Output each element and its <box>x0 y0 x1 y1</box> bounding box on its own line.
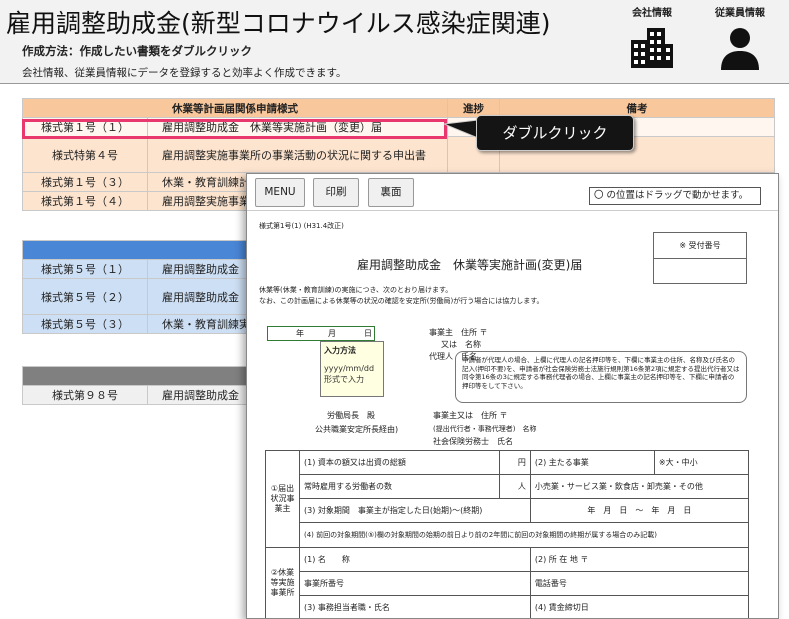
office-address-field[interactable]: (2) 所 在 地 〒 <box>529 546 750 572</box>
building-icon <box>631 28 673 68</box>
employee-info-label: 従業員情報 <box>715 8 765 19</box>
back-side-button[interactable]: 裏面 <box>368 178 414 207</box>
form-window: MENU 印刷 裏面 〇 の位置はドラッグで動かせます。 様式第1号(1) (H… <box>246 173 779 619</box>
form-code: 様式第1号(1) (H31.4改正) <box>259 222 344 230</box>
office-name-field[interactable]: (1) 名 称 <box>299 546 531 572</box>
drag-note: 〇 の位置はドラッグで動かせます。 <box>589 187 761 205</box>
tooltip-body: yyyy/mm/dd形式で入力 <box>324 364 375 384</box>
form-number-cell[interactable]: 様式第９８号 <box>22 385 148 405</box>
form-number-cell[interactable]: 様式第１号（４） <box>22 191 148 211</box>
print-button[interactable]: 印刷 <box>313 178 359 207</box>
form-title-cell[interactable]: 雇用調整実施事業所の事業活動の状況に関する申出書 <box>147 136 448 173</box>
table-row[interactable]: 様式特第４号 雇用調整実施事業所の事業活動の状況に関する申出書 <box>22 136 775 173</box>
employee-info-button[interactable]: 従業員情報 <box>700 4 780 78</box>
company-info-button[interactable]: 会社情報 <box>612 4 692 78</box>
contact-person-field[interactable]: (3) 事務担当者職・氏名 <box>299 594 531 618</box>
form-number-cell[interactable]: 様式第５号（３） <box>22 314 148 334</box>
addressee-label: 公共職業安定所長経由) <box>315 425 399 434</box>
form-number-cell[interactable]: 様式第１号（１） <box>22 117 148 137</box>
previous-period-label: (4) 前回の対象期間(⑤)欄の対象期間の始期の前日より前の2年間に前回の対象期… <box>299 522 749 548</box>
table-header-cell: 休業等計画届関係申請様式 <box>22 98 448 118</box>
receipt-number-box: ※ 受付番号 <box>653 232 747 284</box>
form-number-cell[interactable]: 様式第５号（２） <box>22 278 148 315</box>
receipt-label: ※ 受付番号 <box>654 233 746 259</box>
form-number-cell[interactable]: 様式第５号（１） <box>22 259 148 279</box>
person-icon <box>721 28 759 70</box>
callout-arrow <box>444 119 479 139</box>
form-title-cell[interactable]: 雇用調整助成金 休業等実施計画（変更）届 <box>147 117 448 137</box>
date-day-label: 日 <box>364 329 372 338</box>
size-label: ※大・中小 <box>653 449 750 476</box>
tooltip-title: 入力方法 <box>324 346 356 355</box>
info-note: 会社情報、従業員情報にデータを登録すると効率よく作成できます。 <box>22 67 347 79</box>
agent-type-label: (提出代行者・事務代理者) 名称 <box>433 425 537 433</box>
form-number-cell[interactable]: 様式特第４号 <box>22 136 148 173</box>
name-label: 又は 名称 <box>441 340 481 349</box>
sharoushi-label: 社会保険労務士 氏名 <box>433 437 513 446</box>
section-label: ①届出状況事業主 <box>265 450 300 548</box>
capital-field[interactable]: (1) 資本の額又は出資の総額 <box>298 449 501 476</box>
company-info-label: 会社情報 <box>632 8 672 19</box>
form-number-cell[interactable]: 様式第１号（３） <box>22 172 148 192</box>
form-main-table: ①届出状況事業主 (1) 資本の額又は出資の総額 円 (2) 主たる事業 ※大・… <box>265 449 750 618</box>
input-tooltip: 入力方法 yyyy/mm/dd形式で入力 <box>320 341 384 397</box>
workers-field[interactable]: 常時雇用する労働者の数 <box>298 474 501 500</box>
intro-text: 休業等(休業・教育訓練)の実施につき、次のとおり届けます。 <box>259 286 453 294</box>
section-label: ②休業等実施事業所 <box>265 546 300 618</box>
period-label: (3) 対象期間 事業主が指定した日(始期)～(終期) <box>299 498 531 524</box>
date-year-label: 年 <box>296 329 304 338</box>
capital-unit: 円 <box>499 449 531 476</box>
toolbar-divider <box>247 210 778 211</box>
date-input[interactable]: 年 月 日 <box>267 326 375 341</box>
date-month-label: 月 <box>328 329 336 338</box>
form-title: 雇用調整助成金 休業等実施計画(変更)届 <box>357 258 583 272</box>
method-instruction: 作成方法：作成したい書類をダブルクリック <box>22 44 252 58</box>
agent-note: 申請者が代理人の場合、上欄に代理人の記名押印等を、下欄に事業主の住所、名称及び氏… <box>455 351 747 403</box>
table-row[interactable]: 様式第１号（１） 雇用調整助成金 休業等実施計画（変更）届 <box>22 117 775 137</box>
employer-label: 事業主 住所 〒 <box>429 328 488 337</box>
workers-unit: 人 <box>499 474 531 500</box>
intro-text: なお、この計画届による休業等の状況の確認を安定所(労働局)が行う場合には協力しま… <box>259 297 544 305</box>
office-number-field[interactable]: 事業所番号 <box>299 570 531 596</box>
phone-field[interactable]: 電話番号 <box>529 570 750 596</box>
menu-button[interactable]: MENU <box>255 178 305 207</box>
employer-label: 事業主又は 住所 〒 <box>433 411 508 420</box>
double-click-callout: ダブルクリック <box>476 115 634 151</box>
industry-options[interactable]: 小売業・サービス業・飲食店・卸売業・その他 <box>529 474 750 500</box>
period-dates[interactable]: 年 月 日 ～ 年 月 日 <box>529 498 750 524</box>
table-header: 休業等計画届関係申請様式 進捗 備考 <box>22 98 775 118</box>
addressee-label: 労働局長 殿 <box>327 411 375 420</box>
page-title: 雇用調整助成金(新型コロナウイルス感染症関連) <box>6 9 551 38</box>
business-label: (2) 主たる事業 <box>529 449 655 476</box>
wage-cutoff-field[interactable]: (4) 賃金締切日 <box>529 594 750 618</box>
